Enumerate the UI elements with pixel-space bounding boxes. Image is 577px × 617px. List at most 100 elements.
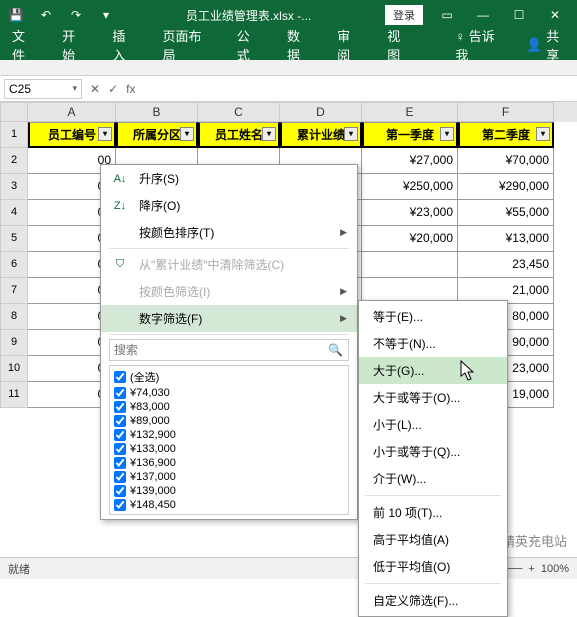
tab-review[interactable]: 审阅: [333, 22, 365, 68]
chevron-right-icon: ▶: [340, 227, 347, 238]
filter-value-item[interactable]: ¥89,000: [112, 414, 346, 428]
zoom-level[interactable]: 100%: [541, 563, 569, 575]
submenu-item[interactable]: 介于(W)...: [359, 465, 507, 492]
filter-value-item[interactable]: ¥133,000: [112, 442, 346, 456]
filter-checkbox[interactable]: [114, 485, 126, 497]
filter-dropdown-icon[interactable]: ▾: [262, 127, 276, 141]
col-header-c[interactable]: C: [198, 102, 280, 122]
filter-search-input[interactable]: [109, 339, 349, 361]
fx-icon[interactable]: fx: [126, 82, 135, 96]
tell-me[interactable]: ♀ 告诉我: [451, 22, 508, 68]
submenu-item[interactable]: 高于平均值(A): [359, 526, 507, 553]
filter-value-item[interactable]: ¥137,000: [112, 470, 346, 484]
submenu-item[interactable]: 不等于(N)...: [359, 330, 507, 357]
row-header[interactable]: 3: [0, 174, 28, 200]
filter-dropdown-icon[interactable]: ▾: [180, 127, 194, 141]
filter-dropdown-icon[interactable]: ▾: [344, 127, 358, 141]
sort-by-color-item[interactable]: 按颜色排序(T)▶: [101, 219, 357, 246]
cell[interactable]: ¥20,000: [362, 226, 458, 252]
header-cell[interactable]: 累计业绩▾: [280, 122, 362, 148]
row-header[interactable]: 6: [0, 252, 28, 278]
filter-checkbox[interactable]: [114, 401, 126, 413]
name-box[interactable]: C25▾: [4, 79, 82, 99]
cell[interactable]: ¥13,000: [458, 226, 554, 252]
submenu-item[interactable]: 等于(E)...: [359, 303, 507, 330]
submenu-item[interactable]: 大于或等于(O)...: [359, 384, 507, 411]
row-header[interactable]: 1: [0, 122, 28, 148]
filter-value-item[interactable]: ¥132,900: [112, 428, 346, 442]
col-header-e[interactable]: E: [362, 102, 458, 122]
cell[interactable]: ¥70,000: [458, 148, 554, 174]
cell[interactable]: ¥27,000: [362, 148, 458, 174]
header-cell[interactable]: 第一季度▾: [362, 122, 458, 148]
cell[interactable]: ¥250,000: [362, 174, 458, 200]
sort-asc-icon: A↓: [111, 173, 129, 185]
filter-checkbox[interactable]: [114, 415, 126, 427]
col-header-b[interactable]: B: [116, 102, 198, 122]
row-header[interactable]: 11: [0, 382, 28, 408]
row-header[interactable]: 7: [0, 278, 28, 304]
filter-dropdown-icon[interactable]: ▾: [536, 127, 550, 141]
filter-checkbox[interactable]: [114, 443, 126, 455]
col-header-f[interactable]: F: [458, 102, 554, 122]
row-header[interactable]: 2: [0, 148, 28, 174]
number-filter-item[interactable]: 数字筛选(F)▶: [101, 305, 357, 332]
tab-view[interactable]: 视图: [383, 22, 415, 68]
mouse-cursor-icon: [460, 360, 478, 387]
cell[interactable]: ¥55,000: [458, 200, 554, 226]
tab-file[interactable]: 文件: [8, 22, 40, 68]
submenu-item[interactable]: 前 10 项(T)...: [359, 499, 507, 526]
select-all-checkbox[interactable]: (全选): [112, 368, 346, 386]
filter-dropdown-icon[interactable]: ▾: [98, 127, 112, 141]
filter-checkbox[interactable]: [114, 471, 126, 483]
submenu-item[interactable]: 低于平均值(O): [359, 553, 507, 580]
filter-checkbox[interactable]: [114, 387, 126, 399]
tab-formula[interactable]: 公式: [233, 22, 265, 68]
filter-checkbox[interactable]: [114, 499, 126, 511]
tab-data[interactable]: 数据: [283, 22, 315, 68]
enter-icon: ✓: [108, 82, 118, 96]
filter-value-item[interactable]: ¥74,030: [112, 386, 346, 400]
row-header[interactable]: 8: [0, 304, 28, 330]
col-header-d[interactable]: D: [280, 102, 362, 122]
row-header[interactable]: 4: [0, 200, 28, 226]
sort-desc-item[interactable]: Z↓降序(O): [101, 192, 357, 219]
chevron-right-icon: ▶: [340, 286, 347, 297]
submenu-item[interactable]: 小于或等于(Q)...: [359, 438, 507, 465]
filter-dropdown-icon[interactable]: ▾: [440, 127, 454, 141]
filter-checkbox[interactable]: [114, 429, 126, 441]
submenu-item[interactable]: 小于(L)...: [359, 411, 507, 438]
cell[interactable]: ¥23,000: [362, 200, 458, 226]
filter-value-item[interactable]: ¥83,000: [112, 400, 346, 414]
header-cell[interactable]: 第二季度▾: [458, 122, 554, 148]
col-header-a[interactable]: A: [28, 102, 116, 122]
submenu-item[interactable]: 大于(G)...: [359, 357, 507, 384]
cancel-icon: ✕: [90, 82, 100, 96]
row-header[interactable]: 9: [0, 330, 28, 356]
row-header[interactable]: 5: [0, 226, 28, 252]
header-cell[interactable]: 所属分区▾: [116, 122, 198, 148]
cell[interactable]: [362, 252, 458, 278]
filter-value-item[interactable]: ¥139,000: [112, 484, 346, 498]
filter-context-menu: A↓升序(S) Z↓降序(O) 按颜色排序(T)▶ ⛉从"累计业绩"中清除筛选(…: [100, 164, 358, 520]
filter-values-list[interactable]: (全选) ¥74,030¥83,000¥89,000¥132,900¥133,0…: [109, 365, 349, 515]
tab-insert[interactable]: 插入: [108, 22, 140, 68]
row-header[interactable]: 10: [0, 356, 28, 382]
tab-layout[interactable]: 页面布局: [158, 22, 214, 68]
cell[interactable]: ¥290,000: [458, 174, 554, 200]
zoom-in-icon[interactable]: +: [528, 563, 534, 575]
header-cell[interactable]: 员工编号▾: [28, 122, 116, 148]
filter-value-item[interactable]: ¥136,900: [112, 456, 346, 470]
select-all-corner[interactable]: [0, 102, 28, 122]
formula-bar: C25▾ ✕ ✓ fx: [0, 76, 577, 102]
chevron-right-icon: ▶: [340, 313, 347, 324]
sort-asc-item[interactable]: A↓升序(S): [101, 165, 357, 192]
submenu-item[interactable]: 自定义筛选(F)...: [359, 587, 507, 614]
share-button[interactable]: 👤 共享: [526, 26, 569, 64]
filter-checkbox[interactable]: [114, 457, 126, 469]
filter-value-item[interactable]: ¥148,450: [112, 498, 346, 512]
header-cell[interactable]: 员工姓名▾: [198, 122, 280, 148]
filter-by-color-item: 按颜色筛选(I)▶: [101, 278, 357, 305]
cell[interactable]: 23,450: [458, 252, 554, 278]
tab-home[interactable]: 开始: [58, 22, 90, 68]
